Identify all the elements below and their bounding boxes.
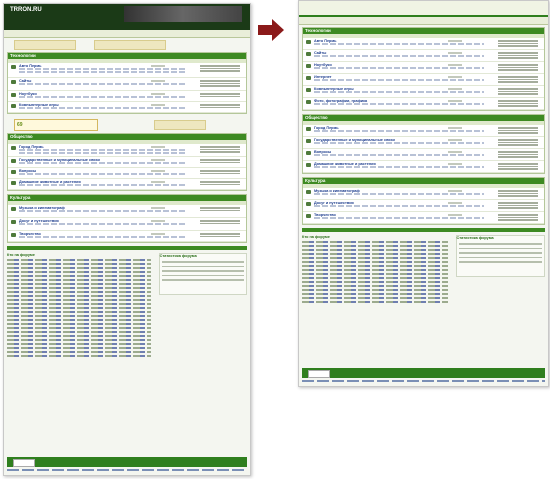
- forum-icon: [306, 40, 311, 44]
- forum-stats: Статистика форума: [455, 235, 545, 277]
- forum-row[interactable]: Интернет: [303, 74, 544, 86]
- forum-row[interactable]: Домашние животные и растения: [303, 161, 544, 173]
- forum-icon: [11, 146, 16, 150]
- user-strip: [4, 30, 250, 38]
- forum-icon: [306, 151, 311, 155]
- promo-banner[interactable]: 69: [14, 119, 98, 131]
- forum-icon: [11, 181, 16, 185]
- forum-row[interactable]: Компьютерные игры: [8, 102, 246, 113]
- user-strip: [299, 17, 548, 25]
- forum-icon: [11, 65, 16, 69]
- forum-page-redesign: Технологии Авто Пермь Сайты Ноутбуки Инт…: [298, 0, 549, 387]
- forum-icon: [11, 207, 16, 211]
- section-culture: Культура Музыка и кинематограф Досуг и п…: [7, 194, 247, 243]
- forum-row[interactable]: Музыка и кинематограф: [8, 205, 246, 218]
- stats-title: Статистика форума: [159, 254, 197, 258]
- right-arrow-icon: [258, 19, 284, 41]
- forum-stats: Статистика форума: [158, 253, 247, 295]
- page-footer: [299, 368, 548, 386]
- forum-icon: [306, 127, 311, 131]
- forum-icon: [306, 190, 311, 194]
- forum-row[interactable]: Компьютерные игры: [303, 86, 544, 98]
- section-culture: Культура Музыка и кинематограф Досуг и п…: [302, 177, 545, 225]
- who-online-block: Кто на форуме Статистика форума: [302, 235, 545, 307]
- forum-icon: [306, 139, 311, 143]
- style-select[interactable]: [13, 459, 35, 467]
- style-select[interactable]: [308, 370, 330, 378]
- forum-row[interactable]: Вопросы: [8, 168, 246, 179]
- forum-icon: [11, 80, 16, 84]
- forum-row[interactable]: Город Пермь: [8, 144, 246, 157]
- forum-row[interactable]: Творчество: [303, 212, 544, 224]
- section-technology: Технологии Авто Пермь Сайты Ноутбуки Ком…: [7, 52, 247, 114]
- forum-icon: [306, 214, 311, 218]
- forum-icon: [11, 159, 16, 163]
- forum-icon: [11, 233, 16, 237]
- who-online-title: Кто на форуме: [302, 235, 330, 239]
- footer-bar: [7, 457, 247, 467]
- forum-row[interactable]: Государственные и муниципальные связи: [8, 157, 246, 168]
- online-users-list: Кто на форуме: [302, 235, 448, 305]
- footer-links[interactable]: [7, 469, 247, 471]
- forum-page-original: TRRON.RU Технологии Авто Пермь Сайты Ноу…: [3, 3, 251, 476]
- forum-icon: [306, 52, 311, 56]
- site-logo[interactable]: TRRON.RU: [10, 7, 42, 13]
- forum-icon: [306, 163, 311, 167]
- header-banner[interactable]: [124, 6, 242, 22]
- page-footer: [4, 457, 250, 475]
- forum-row[interactable]: Ноутбуки: [8, 91, 246, 102]
- forum-row[interactable]: Авто Пермь: [303, 38, 544, 50]
- ad-banner[interactable]: [14, 40, 76, 50]
- forum-row[interactable]: Творчество: [8, 231, 246, 242]
- forum-row[interactable]: Фото, фотографии, графика: [303, 98, 544, 110]
- nav-bar: [7, 246, 247, 250]
- forum-icon: [306, 100, 311, 104]
- online-users-list: Кто на форуме: [7, 253, 151, 359]
- footer-bar: [302, 368, 545, 378]
- site-header: TRRON.RU: [4, 4, 250, 30]
- who-online-title: Кто на форуме: [7, 253, 35, 257]
- forum-row[interactable]: Домашние животные и растения: [8, 179, 246, 190]
- forum-icon: [306, 202, 311, 206]
- forum-icon: [11, 93, 16, 97]
- forum-icon: [306, 88, 311, 92]
- section-society: Общество Город Пермь Государственные и м…: [7, 133, 247, 191]
- forum-row[interactable]: Сайты: [8, 78, 246, 91]
- ad-banner[interactable]: [94, 40, 166, 50]
- ad-row: [4, 38, 250, 50]
- forum-row[interactable]: Государственные и муниципальные связи: [303, 137, 544, 149]
- forum-row[interactable]: Досуг и путешествия: [303, 200, 544, 212]
- footer-links[interactable]: [302, 380, 545, 382]
- forum-row[interactable]: Авто Пермь: [8, 63, 246, 78]
- forum-icon: [11, 170, 16, 174]
- section-technology: Технологии Авто Пермь Сайты Ноутбуки Инт…: [302, 27, 545, 111]
- forum-icon: [11, 104, 16, 108]
- section-society: Общество Город Пермь Государственные и м…: [302, 114, 545, 174]
- forum-row[interactable]: Ноутбуки: [303, 62, 544, 74]
- promo-row: 69: [4, 117, 250, 131]
- stats-title: Статистика форума: [456, 236, 494, 240]
- forum-icon: [306, 76, 311, 80]
- forum-row[interactable]: Музыка и кинематограф: [303, 188, 544, 200]
- nav-bar: [302, 228, 545, 232]
- forum-row[interactable]: Город Пермь: [303, 125, 544, 137]
- forum-icon: [306, 64, 311, 68]
- forum-row[interactable]: Сайты: [303, 50, 544, 62]
- forum-icon: [11, 220, 16, 224]
- forum-row[interactable]: Досуг и путешествия: [8, 218, 246, 231]
- who-online-block: Кто на форуме Статистика форума: [7, 253, 247, 373]
- forum-row[interactable]: Вопросы: [303, 149, 544, 161]
- ad-banner[interactable]: [154, 120, 206, 130]
- site-header: [299, 1, 548, 17]
